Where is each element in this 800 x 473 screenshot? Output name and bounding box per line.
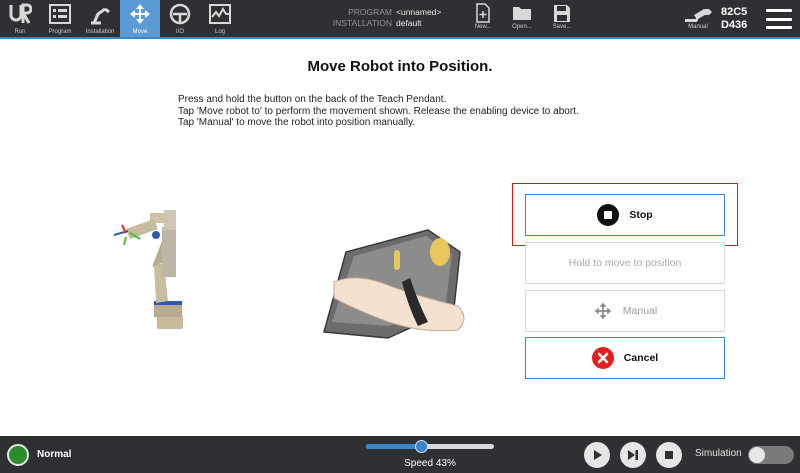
stop-program-button[interactable] (656, 442, 682, 468)
stop-button-label: Stop (629, 209, 653, 221)
save-file-button[interactable]: Save... (547, 3, 577, 35)
folder-icon (513, 7, 531, 20)
tab-run-label: Run (14, 29, 26, 35)
instruction-line: Tap 'Manual' to move the robot into posi… (178, 117, 416, 128)
robot-arm-icon (684, 9, 712, 22)
program-icon (40, 0, 80, 28)
ur-logo-icon (0, 0, 40, 28)
stop-square-icon (665, 451, 673, 459)
instructions: Press and hold the button on the back of… (178, 94, 648, 129)
step-button[interactable] (620, 442, 646, 468)
hold-to-move-label: Hold to move to position (568, 257, 682, 269)
bottom-bar: Normal Speed 43% Simulation (0, 436, 800, 473)
new-file-label: New... (474, 24, 492, 30)
open-file-button[interactable]: Open... (507, 3, 537, 35)
robot-status-text: Normal (37, 449, 72, 460)
hold-to-move-button[interactable]: Hold to move to position (525, 242, 725, 284)
tab-program[interactable]: Program (40, 0, 80, 37)
manual-mode-label: Manual (688, 24, 708, 30)
cancel-button-label: Cancel (623, 352, 659, 364)
top-bar: Run Program Installation Move I/O Log PR… (0, 0, 800, 39)
move-arrows-icon (593, 301, 613, 321)
robot-id: 82C5 D436 (721, 6, 747, 32)
log-icon (200, 0, 240, 28)
tab-io-label: I/O (175, 29, 184, 35)
teach-pendant-illustration (323, 229, 465, 339)
cancel-button[interactable]: Cancel (525, 337, 725, 379)
instruction-line: Tap 'Move robot to' to perform the movem… (178, 105, 579, 117)
header-divider (0, 37, 800, 39)
play-icon (594, 450, 602, 460)
stop-icon (597, 204, 620, 226)
robot-id-line2: D436 (721, 19, 748, 31)
speed-slider-handle[interactable] (414, 440, 428, 453)
speed-slider[interactable] (366, 444, 494, 449)
stop-button[interactable]: Stop (525, 194, 725, 236)
manual-button[interactable]: Manual (525, 290, 725, 332)
tab-io[interactable]: I/O (160, 0, 200, 37)
open-file-label: Open... (512, 24, 532, 30)
tab-log-label: Log (214, 29, 225, 35)
manual-button-label: Manual (622, 305, 658, 317)
installation-name: default (396, 18, 422, 28)
robot-arm-illustration (113, 210, 183, 329)
page-title: Move Robot into Position. (307, 58, 493, 75)
simulation-toggle-knob (749, 447, 765, 463)
program-info: PROGRAM <unnamed> INSTALLATION default (328, 7, 468, 29)
program-name: <unnamed> (396, 7, 442, 17)
program-key: PROGRAM (348, 7, 392, 17)
robot-status-indicator[interactable] (7, 444, 29, 466)
instruction-line: Press and hold the button on the back of… (178, 94, 447, 105)
step-forward-icon (628, 450, 638, 460)
io-icon (160, 0, 200, 28)
installation-icon (80, 0, 120, 28)
simulation-toggle[interactable] (748, 446, 794, 464)
tab-run[interactable]: Run (0, 0, 40, 37)
save-icon (554, 5, 570, 22)
tab-move[interactable]: Move (120, 0, 160, 37)
speed-slider-fill (366, 444, 422, 449)
simulation-label: Simulation (695, 448, 742, 459)
new-file-button[interactable]: New... (468, 3, 498, 35)
move-robot-screen: Run Program Installation Move I/O Log PR… (0, 0, 800, 473)
tab-installation-label: Installation (85, 29, 115, 35)
tab-installation[interactable]: Installation (80, 0, 120, 37)
tab-log[interactable]: Log (200, 0, 240, 37)
robot-id-line1: 82C5 (721, 6, 748, 18)
move-icon (120, 0, 160, 28)
save-file-label: Save... (552, 24, 572, 30)
play-button[interactable] (584, 442, 610, 468)
new-file-icon (476, 3, 490, 23)
tab-program-label: Program (48, 29, 72, 35)
speed-label: Speed 43% (404, 458, 456, 469)
manual-mode-button[interactable]: Manual (678, 3, 718, 37)
cancel-icon (591, 347, 614, 369)
tab-move-label: Move (132, 29, 148, 35)
hamburger-menu-icon[interactable] (766, 9, 792, 29)
installation-key: INSTALLATION (332, 18, 392, 28)
